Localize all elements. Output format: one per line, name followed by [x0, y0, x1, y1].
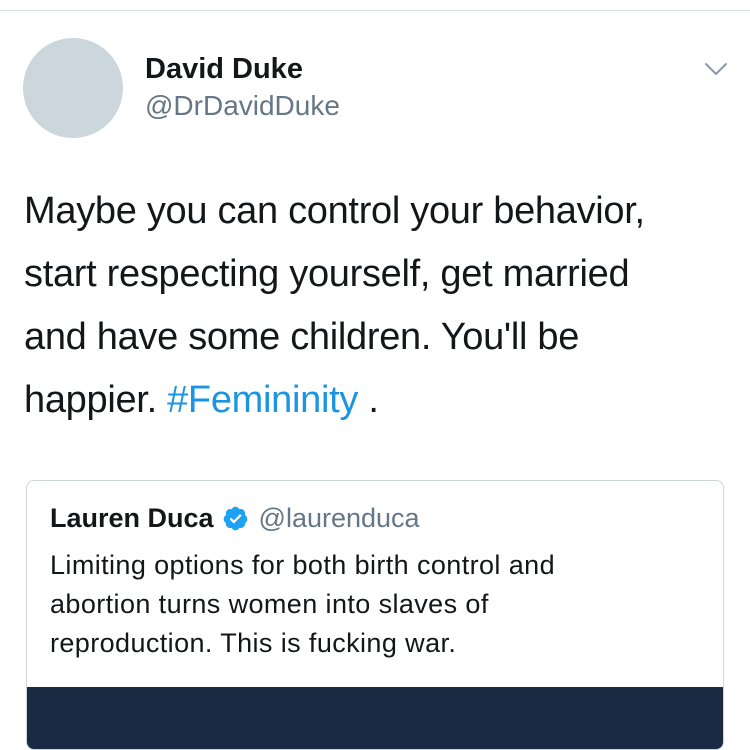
tweet-text-prefix: happier.: [24, 379, 168, 421]
chevron-down-icon[interactable]: [702, 58, 730, 80]
quoted-author-handle: @laurenduca: [258, 502, 420, 533]
top-divider: [0, 10, 750, 11]
tweet-text-line: start respecting yourself, get married: [24, 253, 630, 295]
author-handle[interactable]: @DrDavidDuke: [145, 88, 340, 124]
quoted-author-name: Lauren Duca: [50, 502, 214, 533]
author-name[interactable]: David Duke: [145, 51, 303, 87]
tweet-text: Maybe you can control your behavior, sta…: [24, 180, 734, 432]
quoted-tweet-card[interactable]: Lauren Duca @laurenduca Limiting options…: [26, 480, 724, 750]
quoted-tweet-header: Lauren Duca @laurenduca: [50, 501, 420, 535]
verified-badge-icon: [222, 505, 249, 532]
tweet-text-last-line: happier. #Femininity .: [24, 369, 734, 432]
avatar[interactable]: [23, 38, 123, 138]
tweet-text-line: Maybe you can control your behavior,: [24, 190, 645, 232]
quoted-text-line: Limiting options for both birth control …: [50, 550, 555, 580]
tweet-text-suffix: .: [358, 379, 379, 421]
tweet-text-line: and have some children. You'll be: [24, 316, 580, 358]
hashtag-link[interactable]: #Femininity: [167, 379, 358, 421]
quoted-tweet-media[interactable]: [27, 687, 723, 749]
quoted-text-line: reproduction. This is fucking war.: [50, 628, 457, 658]
quoted-tweet-text: Limiting options for both birth control …: [50, 546, 700, 663]
quoted-text-line: abortion turns women into slaves of: [50, 589, 489, 619]
